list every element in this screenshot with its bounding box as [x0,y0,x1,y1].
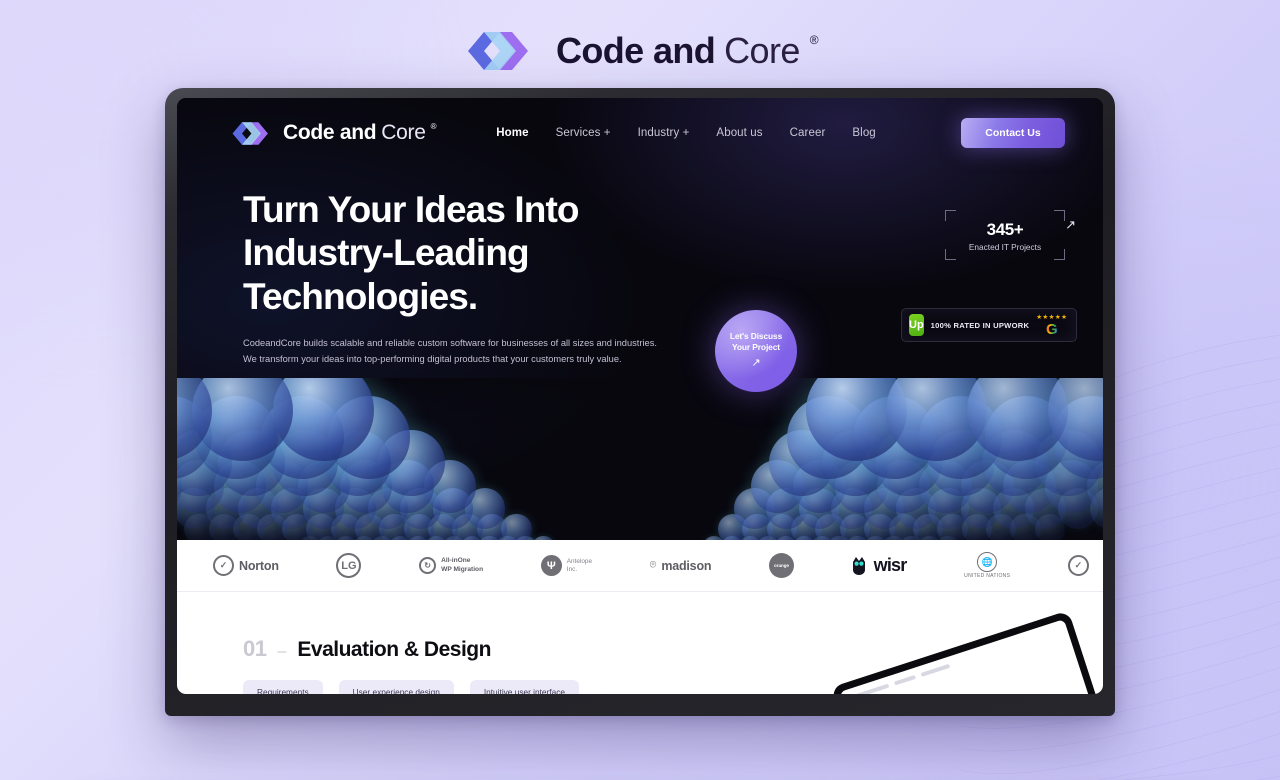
navbar-brand-light: Core [381,121,426,144]
upwork-rating-text: 100% RATED IN UPWORK [930,320,1030,330]
hero-headline-line-1: Turn Your Ideas Into [243,189,579,230]
antelope-icon: Ψ [540,555,562,576]
laptop-mockup: Code and Core ® Home Services + Industry… [165,88,1115,716]
navbar-registered-mark: ® [430,122,437,131]
decorative-sphere [532,535,555,540]
google-rating-group: ★★★★★ G [1036,313,1069,337]
corner-bracket-top-left-icon [945,210,956,221]
hero-subtext: CodeandCore builds scalable and reliable… [243,336,673,368]
device-placeholder-line [850,683,890,694]
process-chip-ui[interactable]: Intuitive user interface [469,680,579,694]
arrow-up-right-icon: ↗ [751,357,761,370]
client-logo-label-line-1: Antelope [566,557,593,565]
client-logo-lg: LG [336,553,362,578]
orange-circle-icon: orange [768,553,794,578]
client-logo-wp-migration: ↻ All-inOne WP Migration [419,557,483,574]
navbar-brand-bold: Code and [283,121,377,144]
nav-item-career[interactable]: Career [790,127,826,139]
navbar-links: Home Services + Industry + About us Care… [496,127,876,139]
hero-headline-line-2: Industry-Leading [243,232,530,274]
nav-item-about-us[interactable]: About us [716,127,762,139]
client-logo-label: madison [661,558,712,573]
brand-registered-mark: ® [809,33,819,47]
laptop-lid: Code and Core ® Home Services + Industry… [165,88,1115,716]
nav-item-industry[interactable]: Industry + [638,127,690,139]
client-logo-label: wisr [873,555,908,575]
hero-headline-line-3: Technologies. [243,275,478,317]
corner-bracket-top-right-icon [1054,210,1065,221]
hero-section: Code and Core ® Home Services + Industry… [177,98,1103,540]
discuss-line-1: Let's Discuss [729,330,783,341]
upwork-logo-icon: Up [909,314,924,336]
hero-content: Turn Your Ideas Into Industry-Leading Te… [177,168,1103,368]
check-circle-icon: ✓ [1067,555,1089,576]
hero-sphere-background [177,378,1103,540]
nav-item-home[interactable]: Home [496,127,528,139]
brand-name-light: Core [724,30,800,71]
hero-subtext-line-2: We transform your ideas into top-perform… [243,353,622,364]
device-placeholder-line [893,674,917,686]
navbar-wordmark: Code and Core ® [283,121,436,145]
process-chip-ux-design[interactable]: User experience design [338,680,454,694]
stat-label: Enacted IT Projects [968,242,1042,252]
brand-lockup: Code and Core ® [0,22,1280,80]
client-logo-norton: ✓ Norton [213,555,279,576]
client-logo-label: All-inOne WP Migration [441,557,483,573]
corner-bracket-bottom-left-icon [945,249,956,260]
client-logo-label: Antelope Inc. [567,558,592,574]
process-section: 01 – Evaluation & Design Requirements Us… [177,592,1103,694]
norton-check-icon: ✓ [213,555,234,576]
contact-us-button[interactable]: Contact Us [961,118,1065,148]
process-chip-requirements[interactable]: Requirements [243,680,323,694]
client-logo-label-line-2: Inc. [566,565,578,573]
cnc-chevron-logo-icon [232,121,268,145]
client-logo-strip: ✓ Norton LG ↻ All-inOne WP Migration Ψ A… [177,540,1103,592]
cnc-chevron-logo-icon [467,32,528,70]
process-dash: – [277,643,287,660]
google-logo-icon: G [1045,321,1058,338]
client-logo-madison: ⌾ madison [650,559,712,573]
client-logo-wisr: wisr [852,555,907,576]
brand-name-bold: Code and [555,30,716,71]
hero-headline: Turn Your Ideas Into Industry-Leading Te… [243,188,713,318]
site-navbar: Code and Core ® Home Services + Industry… [177,98,1103,168]
laptop-screen: Code and Core ® Home Services + Industry… [177,98,1103,694]
client-logo-orange: orange [768,553,794,578]
nav-item-services[interactable]: Services + [556,127,611,139]
client-logo-label-line-1: All-inOne [441,557,471,565]
star-rating-icon: ★★★★★ [1036,314,1068,321]
wisr-owl-icon [852,556,865,575]
upwork-rating-badge[interactable]: Up 100% RATED IN UPWORK ★★★★★ G [901,308,1077,342]
stat-enacted-projects: ↗ 345+ Enacted IT Projects [945,210,1076,260]
madison-swirl-icon: ⌾ [649,559,657,571]
brand-wordmark: Code and Core ® [555,30,819,72]
nav-item-blog[interactable]: Blog [852,127,875,139]
un-emblem-icon: 🌐 [977,552,998,572]
client-logo-label-line-2: WP Migration [441,565,484,573]
device-placeholder-line [920,663,951,677]
wp-migration-icon: ↻ [419,557,437,574]
client-logo-partial: ✓ [1067,555,1089,576]
process-step-number: 01 [243,636,267,661]
client-logo-label: Norton [239,558,279,573]
navbar-brand[interactable]: Code and Core ® [229,121,436,146]
process-step-title: Evaluation & Design [297,638,491,661]
lets-discuss-your-project-button[interactable]: Let's Discuss Your Project ↗ [715,310,797,392]
client-logo-label: UNITED NATIONS [964,573,1011,579]
client-logo-united-nations: 🌐 UNITED NATIONS [964,552,1010,579]
hero-subtext-line-1: CodeandCore builds scalable and reliable… [243,337,657,348]
lg-circle-icon: LG [336,553,362,578]
client-logo-antelope: Ψ Antelope Inc. [540,555,592,576]
stat-value: 345+ [986,220,1024,239]
hero-text-block: Turn Your Ideas Into Industry-Leading Te… [243,188,713,368]
stat-arrow-icon: ↗ [1065,217,1076,232]
corner-bracket-bottom-right-icon [1054,249,1065,260]
discuss-line-2: Your Project [732,342,780,353]
